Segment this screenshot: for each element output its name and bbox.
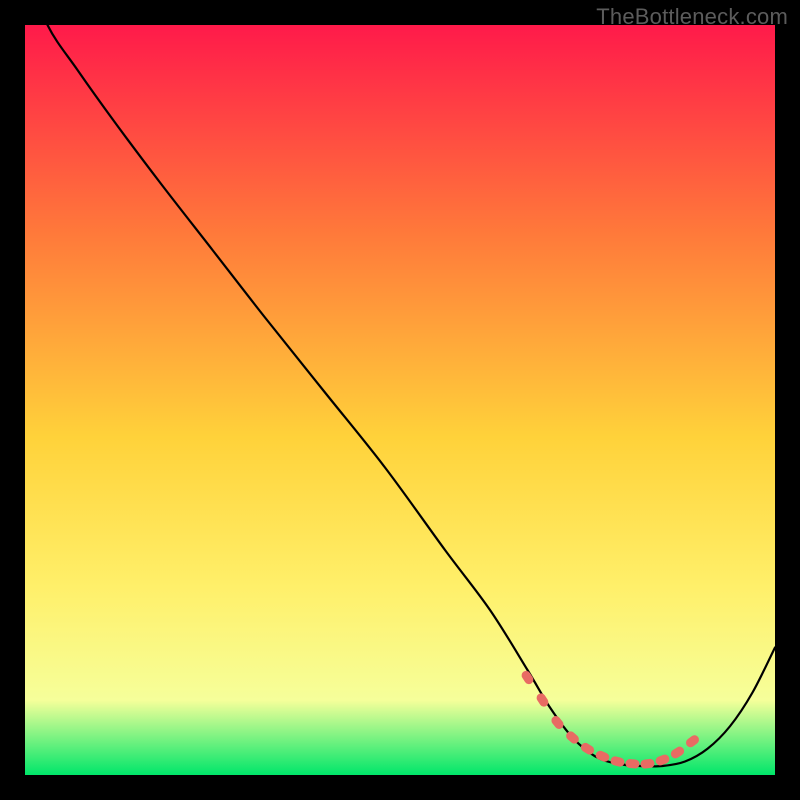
gradient-background: [25, 25, 775, 775]
plot-area: [25, 25, 775, 775]
plot-svg: [25, 25, 775, 775]
chart-frame: TheBottleneck.com: [0, 0, 800, 800]
